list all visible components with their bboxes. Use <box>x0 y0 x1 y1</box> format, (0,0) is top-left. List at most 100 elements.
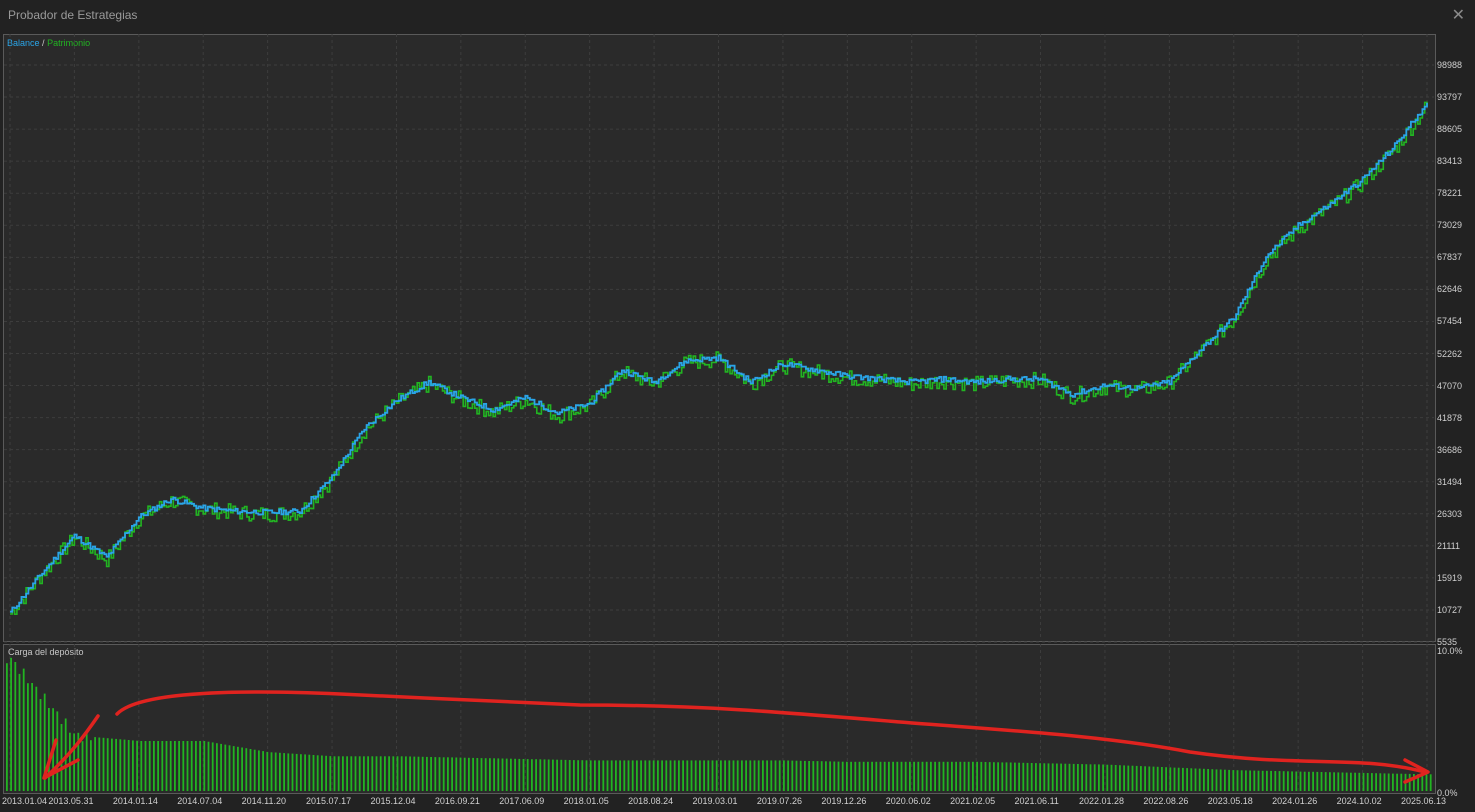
load-bar <box>1144 766 1146 791</box>
load-bar <box>346 756 348 792</box>
x-tick-label: 2018.08.24 <box>628 796 674 806</box>
load-bar <box>686 760 689 791</box>
load-bar <box>967 761 970 791</box>
load-bar <box>136 740 138 791</box>
chart-svg <box>4 34 1434 792</box>
load-bar <box>900 761 903 791</box>
load-bar <box>1186 768 1188 791</box>
load-bar <box>1249 770 1251 791</box>
load-bar <box>1425 774 1428 791</box>
load-bar <box>543 759 546 791</box>
load-bar <box>1039 763 1041 791</box>
y-tick-label: 98988 <box>1437 60 1463 70</box>
load-bar <box>1198 768 1201 791</box>
load-bar <box>652 760 655 791</box>
load-bar <box>35 686 38 791</box>
load-bar <box>770 760 773 791</box>
load-bar <box>358 756 361 792</box>
load-bar <box>577 760 579 791</box>
load-bar <box>31 683 33 791</box>
load-bar <box>980 761 983 791</box>
load-bar <box>1190 768 1193 791</box>
load-bar <box>245 748 248 791</box>
load-bar <box>161 741 164 791</box>
load-bar <box>1295 771 1298 791</box>
x-tick-label: 2019.07.26 <box>756 796 802 806</box>
load-bar <box>1068 763 1071 791</box>
load-bar <box>48 708 50 791</box>
load-bar <box>144 741 147 791</box>
load-bar <box>1236 770 1239 791</box>
load-bar <box>871 761 873 791</box>
load-bar <box>867 761 869 791</box>
load-bar <box>883 761 886 791</box>
load-bar <box>556 759 558 791</box>
load-bar <box>1396 773 1398 791</box>
load-bar <box>384 756 386 792</box>
y-tick-label: 15919 <box>1437 572 1463 583</box>
load-bar <box>892 761 894 791</box>
load-bar <box>337 756 340 792</box>
x-tick-label: 2024.01.26 <box>1272 796 1318 806</box>
load-bar <box>1056 763 1058 791</box>
load-bar <box>1379 773 1382 791</box>
load-bar <box>930 761 932 791</box>
y-tick-label: 62646 <box>1437 284 1463 295</box>
load-bar <box>1018 762 1020 791</box>
load-bar <box>1123 765 1125 791</box>
x-tick-label: 2023.05.18 <box>1207 796 1253 806</box>
load-bar <box>619 760 621 791</box>
load-bar <box>1312 771 1314 791</box>
load-bar <box>455 757 458 791</box>
load-bar <box>1077 764 1079 791</box>
load-bar <box>329 756 332 791</box>
load-bar <box>468 757 470 791</box>
load-bar <box>354 756 357 792</box>
load-bar <box>694 760 697 791</box>
load-bar <box>489 758 491 791</box>
load-bar <box>741 760 743 791</box>
load-bar <box>56 711 59 791</box>
load-bar <box>493 758 495 791</box>
load-bar <box>22 668 25 791</box>
load-bar <box>1047 763 1050 791</box>
load-bar <box>1324 772 1327 791</box>
load-bar <box>1366 773 1369 791</box>
load-bar <box>1064 763 1067 791</box>
x-tick-label: 2024.10.02 <box>1336 796 1382 806</box>
load-bar <box>976 761 978 791</box>
load-bar <box>1320 772 1323 791</box>
load-bar <box>1177 767 1180 791</box>
load-bar <box>1014 762 1016 791</box>
load-bar <box>1261 770 1264 791</box>
load-bar <box>232 746 235 791</box>
load-bar <box>1354 772 1356 791</box>
load-bar <box>1081 764 1083 791</box>
x-tick-label: 2021.06.11 <box>1014 796 1059 806</box>
load-bar <box>1303 771 1306 791</box>
load-bar <box>476 758 479 791</box>
load-bar <box>27 683 29 791</box>
load-bar <box>241 747 243 791</box>
load-bar <box>182 741 185 791</box>
x-tick-label: 2015.12.04 <box>370 796 416 806</box>
x-tick-label: 2014.01.14 <box>112 796 158 806</box>
load-bar <box>283 753 285 791</box>
load-bar <box>295 753 298 791</box>
load-bar <box>1043 763 1046 791</box>
load-bar <box>804 760 806 791</box>
load-bar <box>262 751 264 791</box>
y-tick-label: 78221 <box>1437 188 1463 199</box>
load-bar <box>715 760 718 791</box>
load-bar <box>1232 770 1235 791</box>
load-bar <box>10 657 12 791</box>
load-bar <box>132 740 134 791</box>
load-bar <box>249 749 252 791</box>
load-bar <box>1337 772 1340 791</box>
load-bar <box>300 754 302 791</box>
load-bar <box>1085 764 1088 791</box>
load-bar <box>917 761 920 791</box>
load-bar <box>934 761 936 791</box>
load-bar <box>480 758 483 791</box>
y-tick-label: 67837 <box>1437 252 1463 263</box>
